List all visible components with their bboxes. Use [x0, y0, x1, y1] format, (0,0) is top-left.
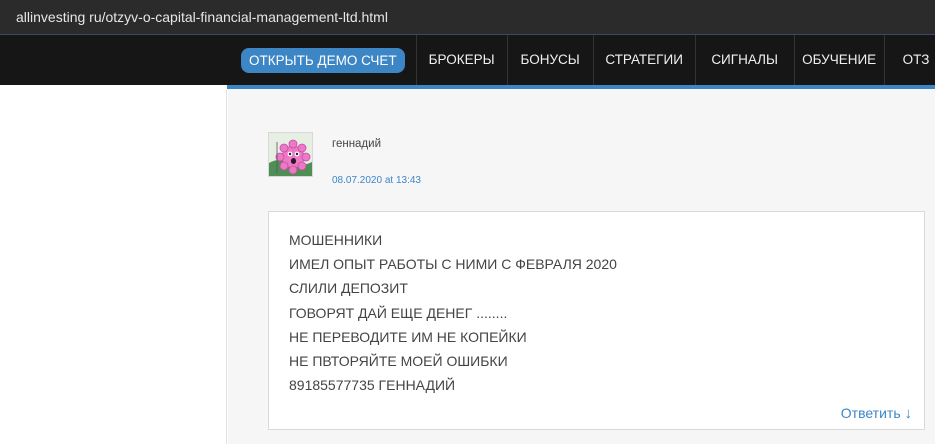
comment-author[interactable]: геннадий	[332, 138, 381, 150]
nav-items: ОТКРЫТЬ ДЕМО СЧЕТ БРОКЕРЫ БОНУСЫ СТРАТЕГ…	[227, 35, 935, 85]
reply-button[interactable]: Ответить ↓	[841, 405, 912, 422]
nav-item-signals[interactable]: СИГНАЛЫ	[696, 35, 795, 85]
comment-line: 89185577735 ГЕННАДИЙ	[289, 377, 456, 394]
address-bar[interactable]: allinvesting ru/otzyv-o-capital-financia…	[0, 0, 935, 35]
comment-body: МОШЕННИКИ ИМЕЛ ОПЫТ РАБОТЫ С НИМИ С ФЕВР…	[268, 211, 925, 430]
comment-date[interactable]: 08.07.2020 at 13:43	[332, 175, 421, 186]
nav-item-bonuses[interactable]: БОНУСЫ	[508, 35, 594, 85]
nav-item-strategies[interactable]: СТРАТЕГИИ	[594, 35, 696, 85]
reply-label: Ответить	[840, 405, 901, 421]
comment-line: МОШЕННИКИ	[289, 232, 383, 248]
pink-gear-avatar-icon	[268, 132, 313, 177]
comment-line: ГОВОРЯТ ДАЙ ЕЩЕ ДЕНЕГ ........	[289, 304, 508, 321]
left-sidebar	[0, 89, 227, 444]
nav-item-brokers[interactable]: БРОКЕРЫ	[417, 35, 508, 85]
open-demo-account-button[interactable]: ОТКРЫТЬ ДЕМО СЧЕТ	[241, 47, 405, 73]
nav-demo-wrapper: ОТКРЫТЬ ДЕМО СЧЕТ	[227, 35, 417, 85]
comment-line: СЛИЛИ ДЕПОЗИТ	[289, 280, 408, 297]
nav-item-reviews[interactable]: ОТЗ	[885, 35, 935, 85]
comment-line: ИМЕЛ ОПЫТ РАБОТЫ С НИМИ С ФЕВРАЛЯ 2020	[289, 256, 617, 273]
comment-text: МОШЕННИКИ ИМЕЛ ОПЫТ РАБОТЫ С НИМИ С ФЕВР…	[289, 228, 617, 397]
down-arrow-icon: ↓	[904, 405, 913, 422]
comment-line: НЕ ПЕРЕВОДИТЕ ИМ НЕ КОПЕЙКИ	[289, 328, 527, 345]
url-text: allinvesting ru/otzyv-o-capital-financia…	[16, 9, 388, 25]
comment-line: НЕ ПВТОРЯЙТЕ МОЕЙ ОШИБКИ	[289, 353, 508, 370]
nav-item-education[interactable]: ОБУЧЕНИЕ	[795, 35, 885, 85]
